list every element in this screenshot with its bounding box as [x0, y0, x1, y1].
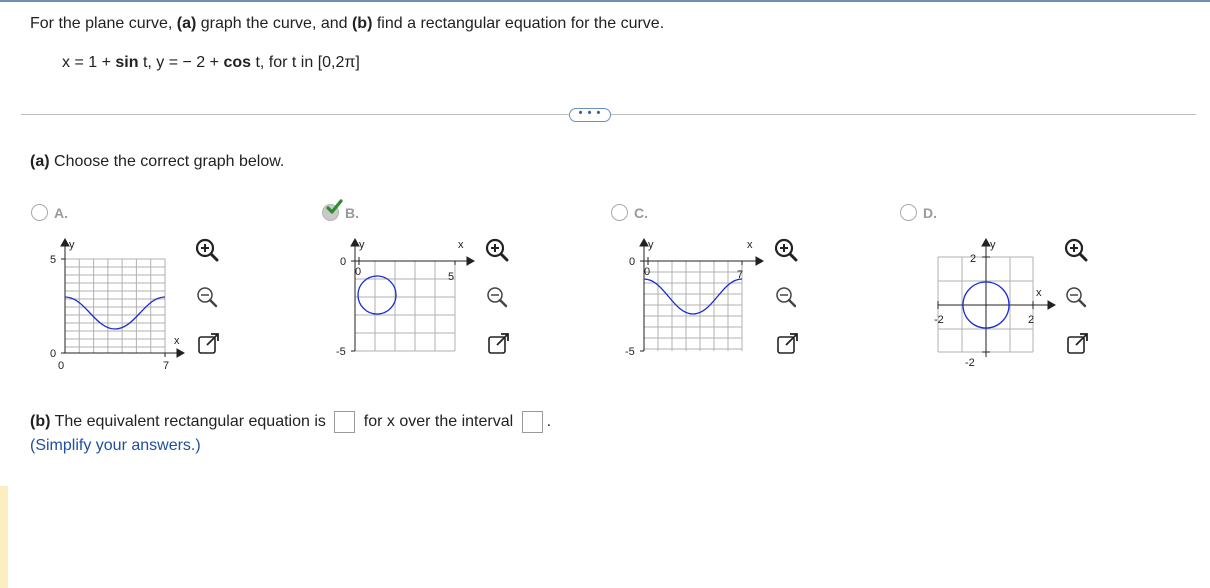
- equation-answer-box[interactable]: [334, 411, 356, 433]
- option-b[interactable]: B.: [322, 199, 359, 221]
- zoom-out-icon[interactable]: [484, 284, 510, 310]
- graph-a-xtick-right: 7: [163, 360, 169, 372]
- checkmark-icon: [326, 199, 343, 214]
- popout-icon[interactable]: [486, 331, 512, 357]
- curve-b: [357, 275, 397, 315]
- option-d[interactable]: D.: [900, 204, 937, 221]
- graph-d-ytick-bottom: -2: [965, 357, 975, 369]
- graph-b-xlabel: x: [458, 239, 464, 251]
- graph-d-xlabel: x: [1036, 287, 1042, 299]
- graph-a-ytick-bottom: 0: [50, 348, 56, 360]
- axes-b: [350, 237, 476, 352]
- part-b-prompt: (b) The equivalent rectangular equation …: [30, 411, 551, 433]
- grid-c: [643, 260, 743, 351]
- option-b-label: B.: [345, 204, 359, 221]
- parametric-equation: x = 1 + sin t, y = − 2 + cos t, for t in…: [62, 54, 360, 71]
- graph-c-ytick-top: 0: [629, 256, 635, 268]
- graph-a-ytick-top: 5: [50, 254, 56, 266]
- graph-c-ylabel: y: [648, 239, 654, 251]
- option-c[interactable]: C.: [611, 204, 648, 221]
- graph-a-ylabel: y: [69, 239, 75, 251]
- graph-a-xlabel: x: [174, 335, 180, 347]
- more-button[interactable]: • • •: [569, 108, 611, 122]
- part-a-prompt: (a) Choose the correct graph below.: [30, 153, 285, 170]
- top-border: [0, 0, 1210, 2]
- graph-d-xtick-left: -2: [934, 314, 944, 326]
- graph-d-ytick-top: 2: [970, 253, 976, 265]
- curve-a: [64, 296, 166, 330]
- graph-a-xtick-left: 0: [58, 360, 64, 372]
- option-a-label: A.: [54, 204, 68, 221]
- graph-b-ytick-bottom: -5: [336, 346, 346, 358]
- graph-c-xtick-left: 0: [644, 266, 650, 278]
- graph-d-ylabel: y: [990, 239, 996, 251]
- zoom-out-icon[interactable]: [1063, 284, 1089, 310]
- radio-c[interactable]: [611, 204, 628, 221]
- graph-c-xlabel: x: [747, 239, 753, 251]
- radio-b[interactable]: [322, 199, 343, 221]
- zoom-in-icon[interactable]: [773, 237, 799, 263]
- graph-c-ytick-bottom: -5: [625, 346, 635, 358]
- grid-a: [64, 258, 166, 353]
- graph-b-xtick-right: 5: [448, 271, 454, 283]
- option-d-label: D.: [923, 204, 937, 221]
- zoom-out-icon[interactable]: [773, 284, 799, 310]
- left-highlight-bar: [0, 486, 8, 588]
- graph-b: y x 0 -5 0 5: [336, 237, 476, 358]
- curve-c: [643, 278, 743, 315]
- option-c-label: C.: [634, 204, 648, 221]
- grid-b: [354, 260, 456, 352]
- zoom-out-icon[interactable]: [194, 284, 220, 310]
- simplify-hint: (Simplify your answers.): [30, 437, 201, 454]
- zoom-in-icon[interactable]: [484, 237, 510, 263]
- zoom-in-icon[interactable]: [1063, 237, 1089, 263]
- question-text: For the plane curve, (a) graph the curve…: [30, 15, 665, 32]
- graph-c-xtick-right: 7: [737, 269, 743, 281]
- graph-c: y x 0 -5 0 7: [625, 237, 765, 358]
- popout-icon[interactable]: [1065, 331, 1091, 357]
- graph-b-ylabel: y: [359, 239, 365, 251]
- radio-a[interactable]: [31, 204, 48, 221]
- popout-icon[interactable]: [775, 331, 801, 357]
- graph-b-xtick-left: 0: [355, 266, 361, 278]
- graph-d: y x 2 -2 -2 2: [934, 237, 1057, 369]
- popout-icon[interactable]: [196, 331, 222, 357]
- interval-answer-box[interactable]: [521, 411, 543, 433]
- graph-a: y x 5 0 0 7: [50, 237, 186, 372]
- option-a[interactable]: A.: [31, 204, 68, 221]
- graph-d-xtick-right: 2: [1028, 314, 1034, 326]
- radio-d[interactable]: [900, 204, 917, 221]
- zoom-in-icon[interactable]: [194, 237, 220, 263]
- graph-b-ytick-top: 0: [340, 256, 346, 268]
